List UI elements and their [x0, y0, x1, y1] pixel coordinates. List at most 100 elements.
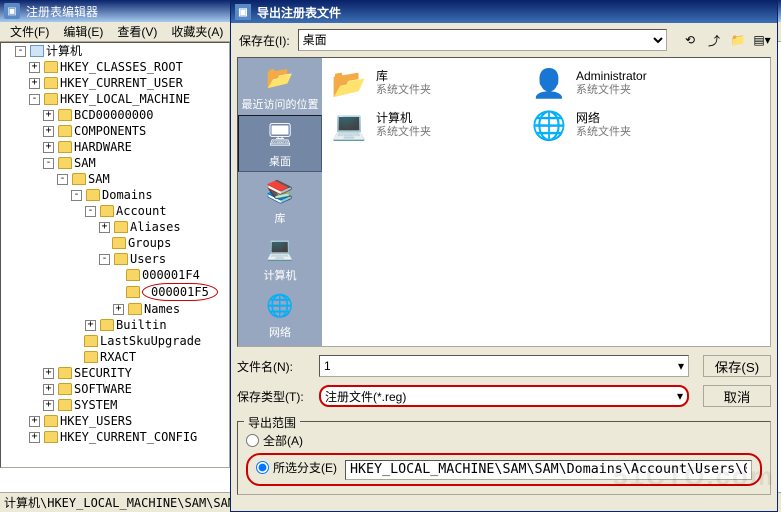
- folder-icon: [128, 303, 142, 315]
- tree-root[interactable]: 计算机: [46, 43, 82, 59]
- regedit-icon: ▣: [235, 4, 251, 20]
- computer-icon: [30, 45, 44, 57]
- filename-field[interactable]: ▾: [319, 355, 689, 377]
- back-icon[interactable]: ⟲: [681, 31, 699, 49]
- folder-icon: [58, 367, 72, 379]
- computer-icon: 💻: [264, 233, 296, 265]
- libraries-icon: 📂: [328, 64, 370, 102]
- tree-hardware[interactable]: HARDWARE: [74, 139, 132, 155]
- place-recent[interactable]: 📂最近访问的位置: [238, 58, 322, 115]
- export-range-legend: 导出范围: [244, 414, 300, 431]
- dialog-titlebar[interactable]: ▣ 导出注册表文件: [231, 1, 777, 23]
- place-network[interactable]: 🌐网络: [238, 286, 322, 343]
- places-bar: 📂最近访问的位置 🖥桌面 📚库 💻计算机 🌐网络: [238, 58, 322, 346]
- folder-icon: [44, 61, 58, 73]
- dialog-title-text: 导出注册表文件: [257, 4, 341, 21]
- chevron-down-icon[interactable]: ▾: [677, 389, 683, 403]
- folder-icon: [114, 221, 128, 233]
- menu-file[interactable]: 文件(F): [4, 21, 55, 42]
- folder-icon: [84, 351, 98, 363]
- recent-icon: 📂: [264, 62, 296, 94]
- savetype-label: 保存类型(T):: [237, 388, 313, 405]
- folder-icon: [86, 189, 100, 201]
- folder-icon: [58, 125, 72, 137]
- file-item-libraries[interactable]: 📂 库系统文件夹: [328, 64, 508, 102]
- menu-favorites[interactable]: 收藏夹(A): [165, 21, 229, 42]
- folder-icon: [126, 269, 140, 281]
- tree-hkcc[interactable]: HKEY_CURRENT_CONFIG: [60, 429, 197, 445]
- file-item-administrator[interactable]: 👤 Administrator系统文件夹: [528, 64, 708, 102]
- folder-icon: [112, 237, 126, 249]
- folder-icon: [44, 93, 58, 105]
- folder-icon: [84, 335, 98, 347]
- new-folder-icon[interactable]: 📁: [729, 31, 747, 49]
- tree-hkcu[interactable]: HKEY_CURRENT_USER: [60, 75, 183, 91]
- tree-rxact[interactable]: RXACT: [100, 349, 136, 365]
- tree-sam2[interactable]: SAM: [88, 171, 110, 187]
- tree-sam[interactable]: SAM: [74, 155, 96, 171]
- network-icon: 🌐: [264, 290, 296, 322]
- tree-system[interactable]: SYSTEM: [74, 397, 117, 413]
- place-computer[interactable]: 💻计算机: [238, 229, 322, 286]
- tree-builtin[interactable]: Builtin: [116, 317, 167, 333]
- menu-edit[interactable]: 编辑(E): [57, 21, 109, 42]
- tree-aliases[interactable]: Aliases: [130, 219, 181, 235]
- tree-lastsku[interactable]: LastSkuUpgrade: [100, 333, 201, 349]
- save-in-label: 保存在(I):: [237, 31, 292, 50]
- folder-icon: [100, 319, 114, 331]
- folder-icon: [72, 173, 86, 185]
- radio-export-selected[interactable]: 所选分支(E): [256, 459, 337, 476]
- tree-hkcr[interactable]: HKEY_CLASSES_ROOT: [60, 59, 183, 75]
- watermark: 51CTO.com: [613, 461, 775, 492]
- dialog-toolbar: ⟲ ⤴ 📁 ▤▾: [681, 31, 771, 49]
- folder-icon: [58, 383, 72, 395]
- tree-names[interactable]: Names: [144, 301, 180, 317]
- tree-hku[interactable]: HKEY_USERS: [60, 413, 132, 429]
- cancel-button[interactable]: 取消: [703, 385, 771, 407]
- tree-components[interactable]: COMPONENTS: [74, 123, 146, 139]
- filename-input[interactable]: [324, 359, 678, 373]
- tree-domains[interactable]: Domains: [102, 187, 153, 203]
- regedit-icon: ▣: [4, 3, 20, 19]
- tree-user-000001f5[interactable]: 000001F5: [142, 283, 218, 301]
- radio-export-all[interactable]: 全部(A): [246, 432, 762, 449]
- desktop-icon: 🖥: [264, 119, 296, 151]
- libraries-icon: 📚: [264, 176, 296, 208]
- chevron-down-icon[interactable]: ▾: [678, 359, 684, 373]
- folder-icon: [58, 109, 72, 121]
- tree-user-000001f4[interactable]: 000001F4: [142, 267, 200, 283]
- file-item-network[interactable]: 🌐 网络系统文件夹: [528, 106, 708, 144]
- folder-icon: [44, 77, 58, 89]
- folder-icon: [58, 141, 72, 153]
- save-button[interactable]: 保存(S): [703, 355, 771, 377]
- file-item-computer[interactable]: 💻 计算机系统文件夹: [328, 106, 508, 144]
- tree-users[interactable]: Users: [130, 251, 166, 267]
- place-libraries[interactable]: 📚库: [238, 172, 322, 229]
- file-pane: 📂最近访问的位置 🖥桌面 📚库 💻计算机 🌐网络 📂 库系统文件夹 👤 Admi…: [237, 57, 771, 347]
- folder-icon: [58, 399, 72, 411]
- save-in-dropdown[interactable]: 桌面: [298, 29, 667, 51]
- file-list[interactable]: 📂 库系统文件夹 👤 Administrator系统文件夹 💻 计算机系统文件夹…: [322, 58, 770, 346]
- view-menu-icon[interactable]: ▤▾: [753, 31, 771, 49]
- computer-icon: 💻: [328, 106, 370, 144]
- folder-icon: [44, 415, 58, 427]
- tree-account[interactable]: Account: [116, 203, 167, 219]
- savetype-dropdown[interactable]: 注册文件(*.reg)▾: [319, 385, 689, 407]
- folder-icon: [100, 205, 114, 217]
- folder-icon: [126, 286, 140, 298]
- menu-view[interactable]: 查看(V): [111, 21, 163, 42]
- place-desktop[interactable]: 🖥桌面: [238, 115, 322, 172]
- tree-hklm[interactable]: HKEY_LOCAL_MACHINE: [60, 91, 190, 107]
- up-icon[interactable]: ⤴: [705, 31, 723, 49]
- folder-icon: [58, 157, 72, 169]
- network-icon: 🌐: [528, 106, 570, 144]
- tree-bcd[interactable]: BCD00000000: [74, 107, 153, 123]
- folder-icon: [44, 431, 58, 443]
- user-icon: 👤: [528, 64, 570, 102]
- tree-security[interactable]: SECURITY: [74, 365, 132, 381]
- tree-software[interactable]: SOFTWARE: [74, 381, 132, 397]
- registry-title-text: 注册表编辑器: [26, 3, 98, 20]
- export-dialog: ▣ 导出注册表文件 保存在(I): 桌面 ⟲ ⤴ 📁 ▤▾ 📂最近访问的位置 🖥…: [230, 0, 778, 512]
- tree-groups[interactable]: Groups: [128, 235, 171, 251]
- registry-tree[interactable]: -计算机 +HKEY_CLASSES_ROOT +HKEY_CURRENT_US…: [0, 42, 230, 468]
